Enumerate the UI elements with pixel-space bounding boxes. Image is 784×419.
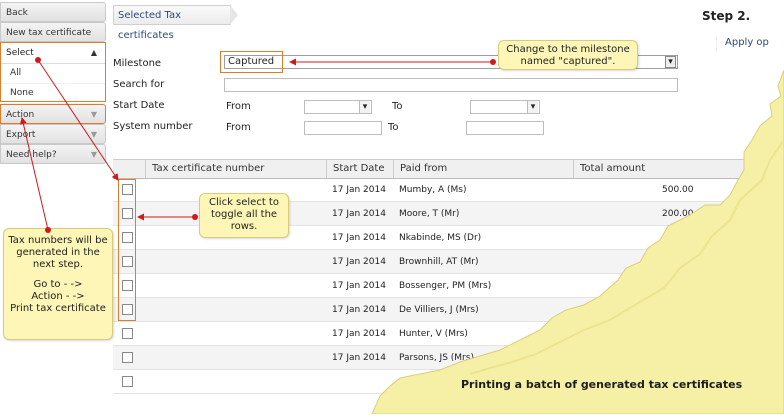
table-row[interactable]: 17 Jan 2014 Brownhill, AT (Mr) (113, 250, 784, 274)
export-button[interactable]: Export ▼ (0, 124, 106, 144)
table-row[interactable]: 17 Jan 2014 Parsons, JS (Mrs) (113, 346, 784, 370)
action-button[interactable]: Action ▼ (0, 104, 106, 124)
header-total-amount[interactable]: Total amount (573, 160, 784, 178)
start-date-label: Start Date (113, 100, 165, 111)
callout-dot (35, 57, 41, 63)
milestone-label: Milestone (113, 58, 162, 69)
cell-paid-from: Moore, T (Mr) (399, 209, 460, 219)
table-row[interactable]: 17 Jan 2014 Bossenger, PM (Mrs) (113, 274, 784, 298)
header-tax-certificate-number[interactable]: Tax certificate number (145, 160, 326, 178)
cell-start-date: 17 Jan 2014 (332, 209, 386, 219)
table-header: Tax certificate number Start Date Paid f… (113, 159, 784, 179)
chevron-up-icon: ▲ (90, 48, 97, 57)
milestone-callout-text: Change to the milestone named "captured"… (506, 44, 630, 67)
help-label: Need help? (6, 150, 57, 160)
search-input[interactable] (224, 78, 678, 92)
header-start-date[interactable]: Start Date (326, 160, 393, 178)
chevron-down-icon[interactable]: ▾ (665, 56, 676, 68)
start-date-to-select[interactable] (470, 100, 540, 114)
cell-start-date: 17 Jan 2014 (332, 233, 386, 243)
tax-callout-line-1: Tax numbers will be generated in the nex… (8, 235, 108, 270)
cell-paid-from: Hunter, V (Mrs) (399, 329, 468, 339)
tax-callout-line-2: Go to - -> (33, 279, 83, 290)
new-tax-certificate-label: New tax certificate (6, 28, 92, 38)
from-label: From (226, 101, 251, 112)
milestone-callout: Change to the milestone named "captured"… (498, 40, 638, 70)
header-checkbox-column (113, 160, 145, 178)
tax-callout-line-3: Action - -> (31, 291, 85, 302)
tax-numbers-callout: Tax numbers will be generated in the nex… (3, 228, 113, 340)
system-number-from-input[interactable] (304, 121, 382, 135)
new-tax-certificate-button[interactable]: New tax certificate (0, 22, 106, 42)
table-row[interactable]: 17 Jan 2014 De Villiers, J (Mrs) (113, 298, 784, 322)
table-row[interactable]: 17 Jan 2014 Hunter, V (Mrs) (113, 322, 784, 346)
select-menu: Select ▲ All None (0, 42, 106, 104)
search-label: Search for (113, 79, 165, 90)
select-option-none[interactable]: None (1, 84, 105, 104)
cell-paid-from: Mumby, A (Ms) (399, 185, 467, 195)
row-checkbox[interactable] (122, 328, 133, 339)
cell-paid-from: Parsons, JS (Mrs) (399, 353, 474, 363)
export-label: Export (6, 130, 36, 140)
help-button[interactable]: Need help? ▼ (0, 144, 106, 164)
step-label: Step 2. (702, 9, 751, 23)
header-paid-from[interactable]: Paid from (393, 160, 573, 178)
callout-dot (490, 59, 496, 65)
breadcrumb-arrow (230, 5, 238, 25)
row-checkbox[interactable] (122, 376, 133, 387)
callout-dot (192, 214, 198, 220)
milestone-highlight (220, 51, 283, 73)
cell-start-date: 17 Jan 2014 (332, 353, 386, 363)
breadcrumb: Selected Tax certificates (113, 5, 231, 41)
chevron-down-icon: ▼ (90, 110, 97, 119)
cell-start-date: 17 Jan 2014 (332, 305, 386, 315)
cell-start-date: 17 Jan 2014 (332, 329, 386, 339)
tax-callout-line-4: Print tax certificate (10, 303, 106, 314)
start-date-from-select[interactable] (304, 100, 372, 114)
select-label: Select (6, 48, 34, 58)
action-label: Action (6, 110, 35, 120)
sidebar: Back New tax certificate Select ▲ All No… (0, 0, 108, 414)
chevron-down-icon: ▼ (90, 150, 97, 159)
apply-options-link[interactable]: Apply op (716, 37, 784, 51)
back-button[interactable]: Back (0, 2, 106, 22)
footer-caption: Printing a batch of generated tax certif… (461, 378, 743, 391)
cell-start-date: 17 Jan 2014 (332, 257, 386, 267)
select-callout-text: Click select to toggle all the rows. (209, 197, 279, 232)
cell-total-amount: 500.00 (662, 185, 694, 195)
callout-dot (45, 227, 51, 233)
row-checkbox[interactable] (122, 352, 133, 363)
system-number-to-input[interactable] (466, 121, 544, 135)
cell-paid-from: Bossenger, PM (Mrs) (399, 281, 492, 291)
cell-paid-from: Nkabinde, MS (Dr) (399, 233, 482, 243)
select-option-all[interactable]: All (1, 64, 105, 84)
checkbox-column-highlight (118, 179, 136, 321)
system-number-label: System number (113, 121, 193, 132)
cell-total-amount: 200.00 (662, 209, 694, 219)
to-label: To (388, 122, 399, 133)
cell-paid-from: De Villiers, J (Mrs) (399, 305, 479, 315)
select-callout: Click select to toggle all the rows. (199, 193, 289, 238)
back-label: Back (6, 8, 28, 18)
cell-start-date: 17 Jan 2014 (332, 281, 386, 291)
select-button[interactable]: Select ▲ (1, 43, 105, 64)
chevron-down-icon: ▼ (90, 130, 97, 139)
cell-start-date: 17 Jan 2014 (332, 185, 386, 195)
cell-paid-from: Brownhill, AT (Mr) (399, 257, 479, 267)
from-label: From (226, 122, 251, 133)
to-label: To (392, 101, 403, 112)
